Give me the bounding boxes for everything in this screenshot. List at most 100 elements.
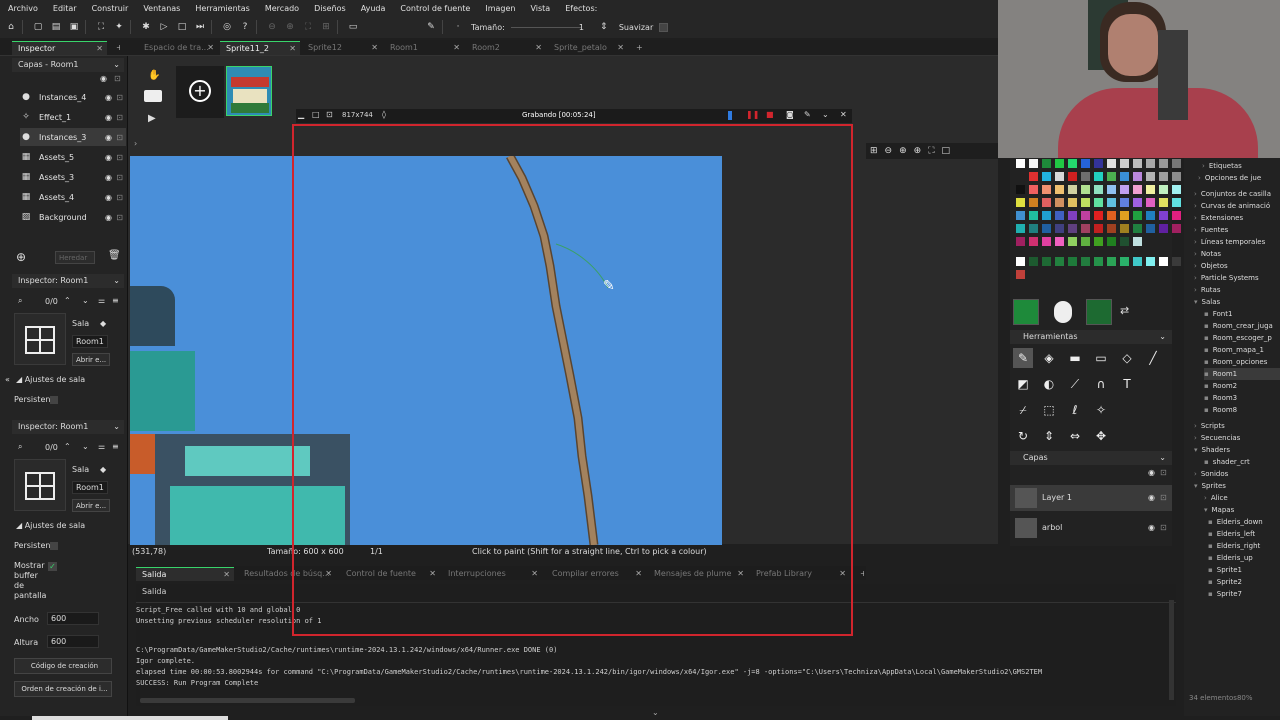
filter-icon[interactable]: ⚌: [98, 442, 105, 451]
palette-swatch[interactable]: [1107, 159, 1116, 168]
palette-swatch[interactable]: [1081, 224, 1090, 233]
palette-swatch[interactable]: [1094, 185, 1103, 194]
palette-swatch[interactable]: [1172, 159, 1181, 168]
rectangle-tool-icon[interactable]: ◩: [1013, 374, 1033, 394]
menu-item[interactable]: Editar: [53, 4, 77, 13]
chevron-down-icon[interactable]: ⌄: [82, 296, 89, 305]
palette-swatch[interactable]: [1055, 198, 1064, 207]
asset-tree-item[interactable]: ▾ Mapas: [1204, 504, 1234, 516]
menu-item[interactable]: Control de fuente: [400, 4, 470, 13]
vertical-scrollbar[interactable]: [1169, 600, 1174, 700]
drop-icon[interactable]: ◊: [382, 110, 386, 119]
tab-inspector[interactable]: Inspector ✕: [12, 41, 107, 55]
magic-wand-tool-icon[interactable]: ✧: [1091, 400, 1111, 420]
room-name-field[interactable]: Room1: [72, 335, 108, 348]
size-stepper-icon[interactable]: ⇕: [597, 20, 611, 34]
palette-swatch[interactable]: [1055, 211, 1064, 220]
asset-tree-item[interactable]: ▪ Font1: [1204, 308, 1232, 320]
palette-swatch[interactable]: [1146, 224, 1155, 233]
palette-swatch[interactable]: [1133, 185, 1142, 194]
palette-swatch[interactable]: [1016, 172, 1025, 181]
layers-header[interactable]: Capas ⌄: [1010, 451, 1172, 465]
layer-assets-5[interactable]: ▦ Assets_5 ◉ ⊡: [20, 148, 126, 166]
palette-swatch[interactable]: [1042, 211, 1051, 220]
palette-swatch[interactable]: [1172, 172, 1181, 181]
palette-swatch[interactable]: [1042, 172, 1051, 181]
asset-tree-item[interactable]: ▪ Room2: [1204, 380, 1237, 392]
lock-icon[interactable]: ⊡: [116, 113, 123, 122]
chevron-down-icon[interactable]: ⌄: [82, 442, 89, 451]
zoom-out-icon[interactable]: ⊖: [885, 146, 893, 156]
palette-swatch[interactable]: [1159, 159, 1168, 168]
palette-swatch[interactable]: [1120, 185, 1129, 194]
palette-swatch[interactable]: [1120, 198, 1129, 207]
close-icon[interactable]: ✕: [453, 41, 460, 54]
debug-icon[interactable]: ✱: [139, 20, 153, 34]
stop-record-icon[interactable]: ■: [766, 110, 774, 119]
step-icon[interactable]: ⏭: [193, 20, 207, 34]
palette-swatch[interactable]: [1146, 159, 1155, 168]
monitor-icon[interactable]: ▭: [346, 20, 360, 34]
palette-swatch[interactable]: [1068, 257, 1077, 266]
lock-icon[interactable]: ⊡: [116, 153, 123, 162]
menu-item[interactable]: Efectos:: [565, 4, 597, 13]
close-icon[interactable]: ✕: [840, 110, 847, 119]
asset-tree-item[interactable]: ▪ Sprite2: [1208, 576, 1242, 588]
asset-tree-item[interactable]: › Opciones de jue: [1198, 172, 1261, 184]
show-buffer-checkbox[interactable]: ✓: [48, 562, 57, 571]
palette-swatch[interactable]: [1029, 198, 1038, 207]
brush-tool-icon[interactable]: ▬: [1065, 348, 1085, 368]
palette-swatch[interactable]: [1133, 159, 1142, 168]
tab-room2[interactable]: Room2 ✕: [466, 41, 546, 55]
layer-assets-3[interactable]: ▦ Assets_3 ◉ ⊡: [20, 168, 126, 186]
trash-icon[interactable]: 🗑: [108, 250, 121, 261]
add-tab-icon[interactable]: +: [854, 567, 864, 581]
palette-swatch[interactable]: [1094, 159, 1103, 168]
palette-swatch[interactable]: [1120, 159, 1129, 168]
height-field[interactable]: 600: [47, 635, 99, 648]
palette-swatch[interactable]: [1068, 237, 1077, 246]
palette-swatch[interactable]: [1029, 172, 1038, 181]
palette-swatch[interactable]: [1159, 257, 1168, 266]
crop-icon[interactable]: ⊡: [326, 110, 333, 119]
pause-icon[interactable]: ❚❚: [746, 110, 759, 119]
lock-icon[interactable]: ⊡: [114, 74, 121, 83]
add-tab-icon[interactable]: +: [630, 41, 644, 55]
open-editor-button[interactable]: Abrir e...: [72, 353, 110, 366]
palette-swatch[interactable]: [1159, 198, 1168, 207]
save-icon[interactable]: ▣: [67, 20, 81, 34]
lock-icon[interactable]: ⊡: [116, 133, 123, 142]
room-settings-header[interactable]: ◢ Ajustes de sala: [16, 375, 85, 384]
asset-tree-item[interactable]: ▪ Room8: [1204, 404, 1237, 416]
ellipse-tool-icon[interactable]: ◐: [1039, 374, 1059, 394]
collapse-left-icon[interactable]: «: [5, 375, 10, 384]
palette-swatch[interactable]: [1068, 211, 1077, 220]
stamp-tool-icon[interactable]: ▭: [1091, 348, 1111, 368]
menu-icon[interactable]: ≡: [112, 296, 119, 305]
creation-order-button[interactable]: Orden de creación de i...: [14, 681, 112, 697]
pencil-icon[interactable]: ✎: [424, 20, 438, 34]
curve-tool-icon[interactable]: ∩: [1091, 374, 1111, 394]
filter-icon[interactable]: ⚌: [98, 296, 105, 305]
palette-swatch[interactable]: [1055, 237, 1064, 246]
palette-swatch[interactable]: [1029, 257, 1038, 266]
asset-tree-item[interactable]: › Secuencias: [1194, 432, 1240, 444]
palette-swatch[interactable]: [1042, 198, 1051, 207]
open-folder-icon[interactable]: ▤: [49, 20, 63, 34]
asset-tree-item[interactable]: ▪ Room1: [1204, 368, 1280, 380]
rotate-tool-icon[interactable]: ↻: [1013, 426, 1033, 446]
eye-icon[interactable]: ◉: [105, 113, 112, 122]
frame-thumbnail[interactable]: [226, 66, 272, 116]
play-icon[interactable]: ▶: [148, 113, 156, 124]
asset-tree-item[interactable]: ▪ Room_escoger_p: [1204, 332, 1272, 344]
swap-colors-icon[interactable]: ⇄: [1120, 304, 1129, 317]
eye-icon[interactable]: ◉: [105, 153, 112, 162]
palette-swatch[interactable]: [1133, 172, 1142, 181]
fit-icon[interactable]: ⛶: [301, 20, 315, 34]
palette-swatch[interactable]: [1133, 257, 1142, 266]
hand-icon[interactable]: ✋: [148, 70, 160, 82]
asset-tree-item[interactable]: ▪ Room_opciones: [1204, 356, 1267, 368]
eye-icon[interactable]: ◉: [1148, 468, 1155, 477]
palette-swatch[interactable]: [1081, 237, 1090, 246]
layers-header[interactable]: Capas - Room1 ⌄: [12, 58, 124, 72]
